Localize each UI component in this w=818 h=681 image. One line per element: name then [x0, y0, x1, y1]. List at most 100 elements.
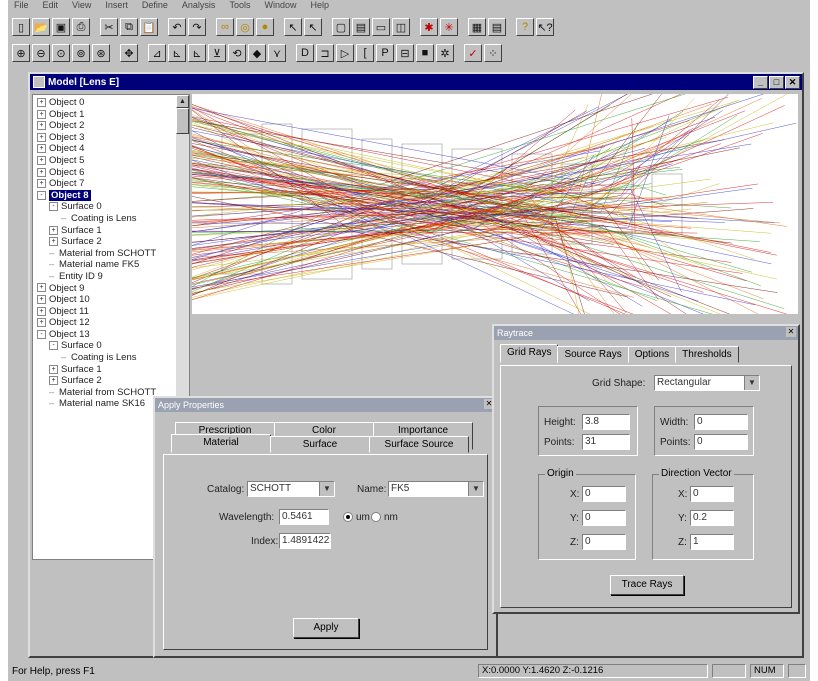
close-icon[interactable]: ✕: [786, 327, 796, 337]
apply-properties-dialog[interactable]: Apply Properties ✕ Prescription Color Impo…: [153, 396, 498, 658]
direction-z-input[interactable]: 1: [690, 534, 734, 550]
collapse-icon[interactable]: -: [49, 341, 58, 351]
menu-edit[interactable]: Edit: [43, 0, 59, 12]
tab-source-rays[interactable]: Source Rays: [557, 346, 629, 363]
copy-icon[interactable]: ⧉: [120, 18, 138, 36]
save-icon[interactable]: ▣: [52, 18, 70, 36]
print-icon[interactable]: ⎙: [72, 18, 90, 36]
tree-node[interactable]: – Material from SCHOTT: [37, 248, 189, 260]
expand-icon[interactable]: +: [37, 295, 46, 305]
bracket-icon[interactable]: [: [356, 44, 374, 62]
expand-icon[interactable]: +: [49, 376, 58, 386]
prism-icon[interactable]: ▷: [336, 44, 354, 62]
trace-icon[interactable]: ✱: [420, 18, 438, 36]
tree-node[interactable]: – Material name FK5: [37, 259, 189, 271]
window-icon[interactable]: ▢: [332, 18, 350, 36]
view-yz-icon[interactable]: ⊾: [168, 44, 186, 62]
expand-icon[interactable]: +: [37, 121, 46, 131]
tree-node[interactable]: - Object 13: [37, 329, 189, 341]
height-points-input[interactable]: 31: [582, 434, 630, 450]
view-iso-icon[interactable]: ⊻: [208, 44, 226, 62]
tree-node[interactable]: – Coating is Lens: [37, 352, 189, 364]
view-xy-icon[interactable]: ⊿: [148, 44, 166, 62]
check-icon[interactable]: ✓: [464, 44, 482, 62]
tree-node[interactable]: + Object 2: [37, 120, 189, 132]
tab-surface[interactable]: Surface: [270, 436, 370, 453]
tree-node[interactable]: + Object 9: [37, 283, 189, 295]
direction-y-input[interactable]: 0.2: [690, 510, 734, 526]
collapse-icon[interactable]: -: [37, 190, 46, 200]
tree-node[interactable]: - Surface 0: [37, 201, 189, 213]
collapse-icon[interactable]: -: [37, 329, 46, 339]
view-tilt-icon[interactable]: ◆: [248, 44, 266, 62]
expand-icon[interactable]: +: [49, 237, 58, 247]
tree-node[interactable]: + Object 4: [37, 143, 189, 155]
origin-x-input[interactable]: 0: [582, 486, 626, 502]
open-icon[interactable]: 📂: [32, 18, 50, 36]
expand-icon[interactable]: +: [37, 306, 46, 316]
window-split-icon[interactable]: ▤: [352, 18, 370, 36]
tree-node[interactable]: + Object 0: [37, 97, 189, 109]
detector-icon[interactable]: ⊟: [396, 44, 414, 62]
window-horiz-icon[interactable]: ▭: [372, 18, 390, 36]
arrow-select-icon[interactable]: ↖: [284, 18, 302, 36]
expand-icon[interactable]: +: [37, 167, 46, 177]
menu-help[interactable]: Help: [310, 0, 329, 12]
dots-icon[interactable]: ⁘: [484, 44, 502, 62]
tree-node[interactable]: + Surface 2: [37, 236, 189, 248]
zoom-in-icon[interactable]: ⊕: [12, 44, 30, 62]
view-rot-icon[interactable]: ⟲: [228, 44, 246, 62]
expand-icon[interactable]: +: [37, 109, 46, 119]
tree-node[interactable]: – Entity ID 9: [37, 271, 189, 283]
window-vert-icon[interactable]: ◫: [392, 18, 410, 36]
tab-material[interactable]: Material: [171, 434, 271, 453]
menu-tools[interactable]: Tools: [229, 0, 250, 12]
expand-icon[interactable]: +: [37, 132, 46, 142]
expand-icon[interactable]: +: [37, 144, 46, 154]
menu-window[interactable]: Window: [264, 0, 296, 12]
unit-nm-radio[interactable]: nm: [371, 512, 398, 523]
tree-node[interactable]: + Object 1: [37, 109, 189, 121]
tree-node[interactable]: + Surface 1: [37, 225, 189, 237]
apply-properties-titlebar[interactable]: Apply Properties ✕: [155, 398, 496, 412]
zoom-all-icon[interactable]: ⊚: [72, 44, 90, 62]
scroll-up-icon[interactable]: ▲: [176, 95, 189, 108]
origin-y-input[interactable]: 0: [582, 510, 626, 526]
unit-um-radio[interactable]: um: [343, 512, 370, 523]
grid-icon[interactable]: ▦: [468, 18, 486, 36]
scroll-thumb[interactable]: [176, 108, 189, 134]
tree-node[interactable]: + Object 11: [37, 306, 189, 318]
ray-trace-canvas[interactable]: [192, 94, 798, 314]
tab-grid-rays[interactable]: Grid Rays: [500, 344, 559, 363]
pan-icon[interactable]: ✥: [120, 44, 138, 62]
direction-x-input[interactable]: 0: [690, 486, 734, 502]
p-icon[interactable]: P: [376, 44, 394, 62]
zoom-prev-icon[interactable]: ⊛: [92, 44, 110, 62]
expand-icon[interactable]: +: [37, 97, 46, 107]
catalog-select[interactable]: SCHOTT ▼: [247, 481, 335, 497]
mirror-icon[interactable]: ⊐: [316, 44, 334, 62]
wavelength-input[interactable]: 0.5461: [279, 509, 329, 525]
view-xz-icon[interactable]: ⊾: [188, 44, 206, 62]
chevron-down-icon[interactable]: ▼: [319, 482, 334, 496]
maximize-button[interactable]: □: [769, 76, 784, 89]
arrow-select2-icon[interactable]: ↖: [304, 18, 322, 36]
tree-node[interactable]: - Surface 0: [37, 340, 189, 352]
apply-button[interactable]: Apply: [293, 618, 359, 638]
view-ray-icon[interactable]: ⋎: [268, 44, 286, 62]
tree-node[interactable]: + Surface 2: [37, 375, 189, 387]
expand-icon[interactable]: +: [49, 364, 58, 374]
close-button[interactable]: ✕: [785, 76, 800, 89]
context-help-icon[interactable]: ↖?: [536, 18, 554, 36]
zoom-out-icon[interactable]: ⊖: [32, 44, 50, 62]
tab-options[interactable]: Options: [627, 346, 677, 363]
tab-thresholds[interactable]: Thresholds: [675, 346, 739, 363]
help-icon[interactable]: ?: [516, 18, 534, 36]
expand-icon[interactable]: +: [37, 179, 46, 189]
calc-icon[interactable]: ▤: [488, 18, 506, 36]
zoom-window-icon[interactable]: ⊙: [52, 44, 70, 62]
menu-insert[interactable]: Insert: [105, 0, 128, 12]
expand-icon[interactable]: +: [37, 318, 46, 328]
raytrace-dialog[interactable]: Raytrace ✕ Grid Rays Source Rays Options Th…: [492, 324, 800, 614]
ray-icon[interactable]: ✳: [440, 18, 458, 36]
